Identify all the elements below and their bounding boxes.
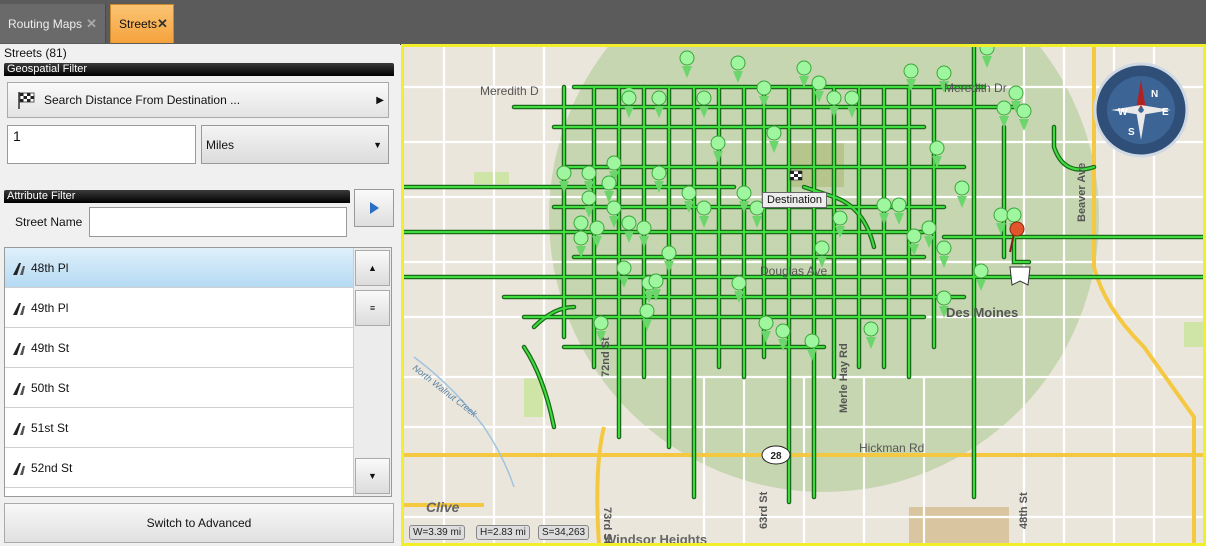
street-name-input[interactable] xyxy=(89,207,347,237)
street-name-label: Street Name xyxy=(15,215,83,229)
street-name: 50th St xyxy=(31,380,70,395)
units-select[interactable]: Miles ▼ xyxy=(201,125,389,164)
close-icon[interactable]: ✕ xyxy=(86,16,97,32)
clive-label: Clive xyxy=(426,499,460,515)
72nd-st-label: 72nd St xyxy=(600,337,612,377)
attribute-filter-header: Attribute Filter xyxy=(4,190,350,203)
svg-text:N: N xyxy=(1151,89,1158,100)
hickman-rd-label: Hickman Rd xyxy=(859,441,924,455)
meredith-west-label: Meredith D xyxy=(480,84,539,98)
map-width-readout: W=3.39 mi xyxy=(409,525,466,540)
scroll-up-button[interactable]: ▲ xyxy=(355,250,390,286)
beaver-ave-label: Beaver Ave xyxy=(1076,163,1088,222)
geospatial-filter-header: Geospatial Filter xyxy=(4,63,394,76)
48th-st-label: 48th St xyxy=(1018,492,1030,529)
distance-input[interactable]: 1 xyxy=(7,125,196,164)
street-name: 51st St xyxy=(31,420,69,435)
scroll-thumb[interactable]: ≡ xyxy=(355,290,390,326)
list-item[interactable]: 49th St xyxy=(5,328,353,368)
destination-flag-icon xyxy=(789,170,803,181)
windsor-heights-label: Windsor Heights xyxy=(604,532,707,544)
street-icon xyxy=(13,382,25,395)
checkered-flag-icon xyxy=(18,92,35,109)
chevron-down-icon: ▼ xyxy=(373,139,382,150)
svg-text:W: W xyxy=(1118,107,1128,118)
des-moines-label: Des Moines xyxy=(946,305,1018,320)
street-icon xyxy=(13,262,25,275)
svg-text:S: S xyxy=(1128,127,1135,138)
street-name: 48th Pl xyxy=(31,260,69,275)
tab-label: Routing Maps xyxy=(8,16,83,31)
search-distance-label: Search Distance From Destination ... xyxy=(44,93,241,107)
close-icon[interactable]: ✕ xyxy=(157,16,168,32)
tab-routing-maps[interactable]: Routing Maps ✕ xyxy=(0,4,106,43)
street-name: 49th Pl xyxy=(31,300,69,315)
list-item[interactable]: 48th Pl xyxy=(5,248,353,288)
meredith-east-label: Meredith Dr xyxy=(944,81,1007,95)
street-name: 49th St xyxy=(31,340,70,355)
destination-tooltip: Destination xyxy=(762,192,828,208)
map-scale-readout: S=34,263 xyxy=(538,525,590,540)
map-view[interactable]: 28 Meredith D Meredith Dr Douglas Ave De… xyxy=(401,44,1206,546)
street-icon xyxy=(13,462,25,475)
chevron-right-icon: ▶ xyxy=(376,94,384,106)
street-name: 52nd St xyxy=(31,460,73,475)
scroll-down-button[interactable]: ▼ xyxy=(355,458,390,494)
list-scrollbar[interactable]: ▲ ≡ ▼ xyxy=(353,248,391,496)
tab-label: Streets xyxy=(119,17,158,31)
list-item[interactable]: 51st St xyxy=(5,408,353,448)
units-value: Miles xyxy=(206,137,235,152)
63rd-st-label: 63rd St xyxy=(758,491,770,529)
merle-hay-rd-label: Merle Hay Rd xyxy=(838,343,850,413)
play-arrow-icon xyxy=(370,202,379,214)
apply-filter-button[interactable] xyxy=(354,189,394,227)
svg-text:E: E xyxy=(1162,107,1169,118)
search-distance-button[interactable]: Search Distance From Destination ... ▶ xyxy=(7,82,389,118)
tab-bar: Routing Maps ✕ Streets ✕ xyxy=(0,0,1206,45)
street-icon xyxy=(13,302,25,315)
douglas-ave-label: Douglas Ave xyxy=(760,264,827,278)
route-28-label: 28 xyxy=(770,451,782,462)
tab-streets[interactable]: Streets ✕ xyxy=(110,4,174,43)
street-icon xyxy=(13,342,25,355)
street-icon xyxy=(13,422,25,435)
street-list: 48th Pl 49th Pl 49th St 50th St 51st St … xyxy=(4,247,392,497)
streets-panel: Streets (81) Geospatial Filter Search Di… xyxy=(0,44,400,546)
list-item[interactable]: 50th St xyxy=(5,368,353,408)
list-item[interactable]: 52nd St xyxy=(5,448,353,488)
list-item[interactable]: 49th Pl xyxy=(5,288,353,328)
compass-icon[interactable]: N E S W xyxy=(1093,62,1189,158)
map-canvas: 28 Meredith D Meredith Dr Douglas Ave De… xyxy=(404,47,1203,544)
map-height-readout: H=2.83 mi xyxy=(476,525,530,540)
73rd-st-label: 73rd St xyxy=(601,507,613,544)
switch-to-advanced-button[interactable]: Switch to Advanced xyxy=(4,503,394,543)
streets-count: Streets (81) xyxy=(4,46,67,60)
